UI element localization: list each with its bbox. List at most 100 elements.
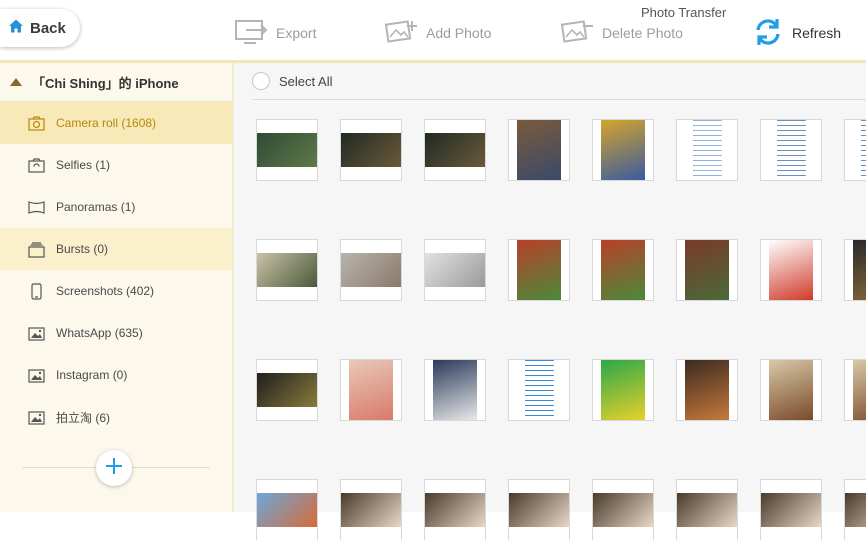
sidebar: 「Chi Shing」的 iPhone Camera roll (1608) Se… xyxy=(0,63,234,512)
photo-image xyxy=(773,120,809,180)
album-label: Camera roll (1608) xyxy=(56,116,157,130)
add-photo-icon xyxy=(384,17,418,50)
collapse-triangle-icon[interactable] xyxy=(10,78,22,86)
album-item[interactable]: 拍立淘 (6) xyxy=(0,396,232,438)
photo-image xyxy=(601,360,645,420)
photo-thumbnail[interactable] xyxy=(341,240,401,300)
photo-thumbnail[interactable] xyxy=(509,360,569,420)
album-label: Panoramas (1) xyxy=(56,200,136,214)
photo-thumbnail[interactable] xyxy=(341,360,401,420)
photo-thumbnail[interactable] xyxy=(425,360,485,420)
image-icon xyxy=(28,325,45,342)
photo-thumbnail[interactable] xyxy=(761,480,821,540)
photo-area: Select All xyxy=(234,63,866,540)
photo-thumbnail[interactable] xyxy=(845,240,866,300)
photo-thumbnail[interactable] xyxy=(845,360,866,420)
album-item[interactable]: Panoramas (1) xyxy=(0,186,232,228)
refresh-icon xyxy=(752,17,784,50)
photo-image xyxy=(685,360,729,420)
panorama-icon xyxy=(28,199,45,216)
photo-thumbnail[interactable] xyxy=(509,240,569,300)
album-label: Screenshots (402) xyxy=(56,284,155,298)
photo-image xyxy=(601,120,645,180)
photo-thumbnail[interactable] xyxy=(509,120,569,180)
refresh-label: Refresh xyxy=(792,25,842,41)
album-list: Camera roll (1608) Selfies (1) Panoramas (… xyxy=(0,102,232,438)
photo-thumbnail[interactable] xyxy=(257,240,317,300)
photo-image xyxy=(433,360,477,420)
album-item[interactable]: Screenshots (402) xyxy=(0,270,232,312)
photo-thumbnail[interactable] xyxy=(593,240,653,300)
back-label: Back xyxy=(30,19,66,37)
photo-image xyxy=(257,133,317,167)
photo-thumbnail[interactable] xyxy=(425,240,485,300)
top-toolbar: Back Export Add Photo Delete Photo Refre… xyxy=(0,0,866,63)
photo-thumbnail[interactable] xyxy=(845,120,866,180)
app-title: Photo Transfer xyxy=(641,5,727,20)
photo-thumbnail[interactable] xyxy=(677,120,737,180)
image-icon xyxy=(28,367,45,384)
photo-image xyxy=(769,360,813,420)
delete-photo-label: Delete Photo xyxy=(602,25,683,41)
refresh-button[interactable]: Refresh xyxy=(752,18,841,48)
album-label: 拍立淘 (6) xyxy=(56,410,111,425)
photo-image xyxy=(257,253,317,287)
photo-image xyxy=(853,360,866,420)
export-icon xyxy=(234,17,268,50)
photo-thumbnail[interactable] xyxy=(341,120,401,180)
photo-thumbnail[interactable] xyxy=(593,480,653,540)
burst-icon xyxy=(28,241,45,258)
photo-thumbnail[interactable] xyxy=(677,360,737,420)
photo-image xyxy=(845,493,866,527)
photo-thumbnail[interactable] xyxy=(761,120,821,180)
select-all-label[interactable]: Select All xyxy=(279,74,332,89)
album-label: Selfies (1) xyxy=(56,158,111,172)
photo-image xyxy=(677,493,737,527)
device-name: 「Chi Shing」的 iPhone xyxy=(32,75,179,91)
photo-image xyxy=(509,493,569,527)
export-button[interactable]: Export xyxy=(234,18,316,48)
camera-icon xyxy=(28,115,45,132)
album-item[interactable]: WhatsApp (635) xyxy=(0,312,232,354)
delete-photo-button[interactable]: Delete Photo xyxy=(560,18,683,48)
add-photo-label: Add Photo xyxy=(426,25,492,41)
add-photo-button[interactable]: Add Photo xyxy=(384,18,491,48)
photo-image xyxy=(341,493,401,527)
photo-thumbnail[interactable] xyxy=(341,480,401,540)
album-item[interactable]: Selfies (1) xyxy=(0,144,232,186)
album-label: Instagram (0) xyxy=(56,368,128,382)
photo-image xyxy=(425,493,485,527)
photo-image xyxy=(593,493,653,527)
photo-image xyxy=(769,240,813,300)
album-item[interactable]: Bursts (0) xyxy=(0,228,232,270)
photo-image xyxy=(257,373,317,407)
photo-thumbnail[interactable] xyxy=(845,480,866,540)
photo-thumbnail[interactable] xyxy=(425,480,485,540)
photo-image xyxy=(517,240,561,300)
album-item[interactable]: Camera roll (1608) xyxy=(0,102,232,144)
photo-thumbnail[interactable] xyxy=(677,480,737,540)
photo-thumbnail[interactable] xyxy=(509,480,569,540)
photo-thumbnail[interactable] xyxy=(593,360,653,420)
plus-icon xyxy=(104,456,124,481)
photo-thumbnail[interactable] xyxy=(593,120,653,180)
album-item[interactable]: Instagram (0) xyxy=(0,354,232,396)
select-all-checkbox[interactable] xyxy=(252,72,270,90)
photo-thumbnail[interactable] xyxy=(257,120,317,180)
photo-thumbnail[interactable] xyxy=(761,240,821,300)
album-label: Bursts (0) xyxy=(56,242,109,256)
device-header[interactable]: 「Chi Shing」的 iPhone xyxy=(0,63,232,102)
photo-thumbnail[interactable] xyxy=(425,120,485,180)
photo-image xyxy=(857,120,866,180)
back-button[interactable]: Back xyxy=(0,9,80,47)
photo-thumbnail[interactable] xyxy=(677,240,737,300)
photo-thumbnail[interactable] xyxy=(761,360,821,420)
photo-thumbnail[interactable] xyxy=(257,360,317,420)
photo-image xyxy=(521,360,557,420)
photo-thumbnail[interactable] xyxy=(257,480,317,540)
photo-image xyxy=(425,133,485,167)
home-icon xyxy=(8,18,24,38)
photo-image xyxy=(349,360,393,420)
delete-photo-icon xyxy=(560,17,594,50)
add-album-button[interactable] xyxy=(96,450,132,486)
